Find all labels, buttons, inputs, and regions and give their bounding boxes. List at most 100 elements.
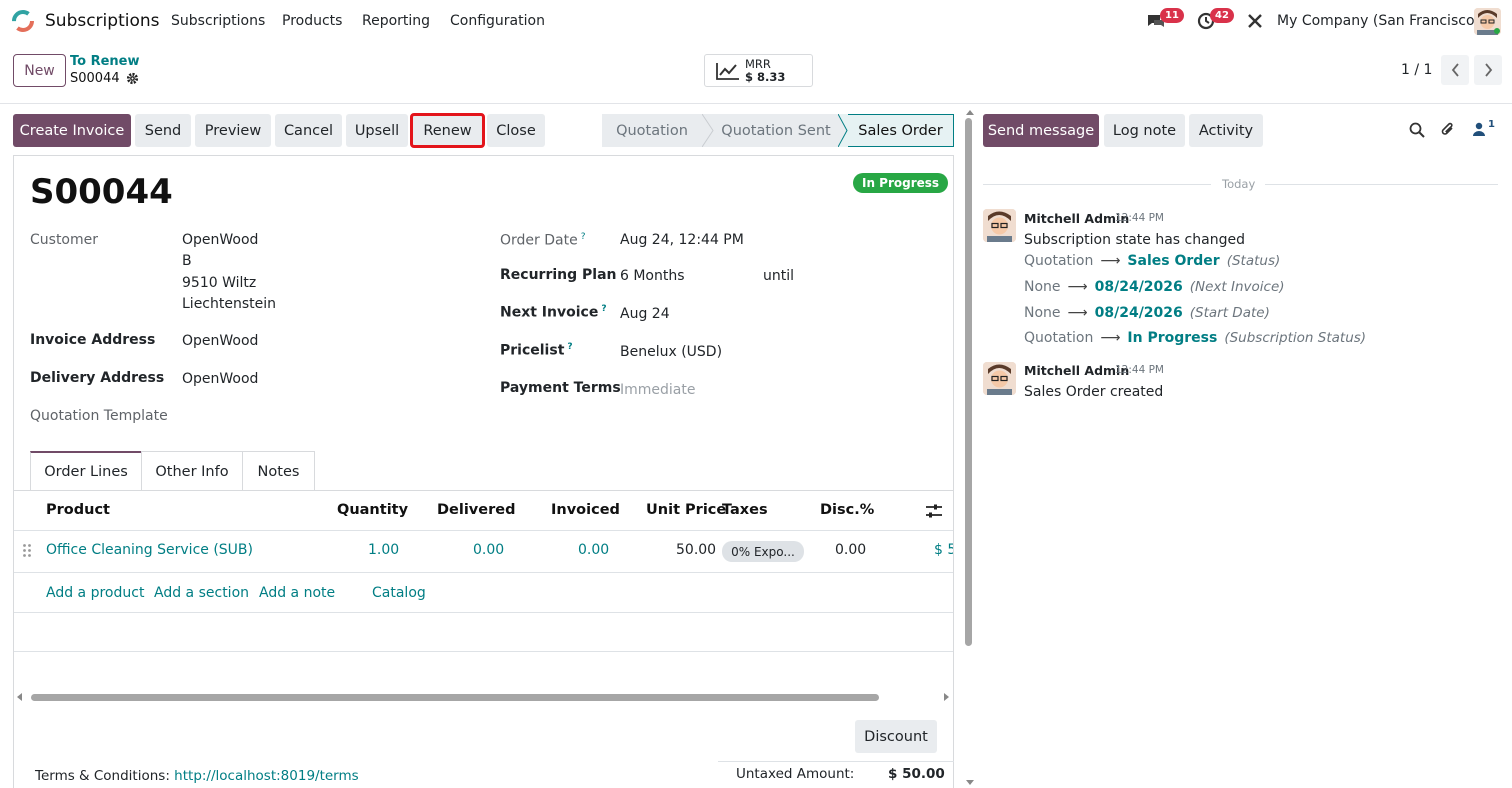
activity-button[interactable]: Activity [1189,114,1263,147]
totals-divider [718,761,954,762]
next-invoice-field[interactable]: Aug 24 [620,306,670,322]
help-tooltip-icon[interactable]: ? [567,342,572,352]
message-author-avatar[interactable] [983,362,1016,395]
order-date-label: Order Date? [500,232,585,249]
upsell-button[interactable]: Upsell [346,114,408,147]
scroll-left-icon[interactable] [17,693,23,701]
add-note-link[interactable]: Add a note [259,585,335,601]
message-author[interactable]: Mitchell Admin [1024,363,1129,378]
renew-button[interactable]: Renew [410,113,485,148]
tab-notes[interactable]: Notes [242,451,315,491]
send-message-button[interactable]: Send message [983,114,1099,147]
column-header-product[interactable]: Product [46,502,110,518]
cancel-button[interactable]: Cancel [275,114,342,147]
stage-quotation-sent[interactable]: Quotation Sent [714,114,838,147]
pager-previous-button[interactable] [1441,55,1469,85]
arrow-right-icon: ⟶ [1100,330,1121,346]
column-header-quantity[interactable]: Quantity [337,502,408,518]
status-bar: Quotation Quotation Sent Sales Order [602,114,954,147]
stage-separator-icon [702,114,714,147]
line-invoiced[interactable]: 0.00 [578,542,609,558]
customer-label: Customer [30,232,99,248]
line-chart-icon [716,62,739,80]
horizontal-scrollbar-thumb[interactable] [31,694,879,701]
chevron-left-icon [1451,63,1459,77]
delivery-address-field[interactable]: OpenWood [182,371,258,387]
next-invoice-label-text: Next Invoice [500,304,599,321]
company-switcher[interactable]: My Company (San Francisco) [1277,13,1480,29]
tracking-field: (Start Date) [1189,305,1270,321]
tabs-divider [14,490,953,491]
pricelist-label: Pricelist? [500,342,573,359]
send-button[interactable]: Send [135,114,191,147]
app-name[interactable]: Subscriptions [45,11,159,31]
menu-reporting[interactable]: Reporting [362,13,430,29]
message-author-avatar[interactable] [983,209,1016,242]
row-divider [14,651,953,652]
untaxed-amount-label: Untaxed Amount: [736,766,855,782]
breadcrumb-parent[interactable]: To Renew [70,54,140,69]
customer-address-line: 9510 Wiltz [182,275,257,291]
invoice-address-field[interactable]: OpenWood [182,333,258,349]
user-avatar[interactable] [1474,8,1501,35]
help-tooltip-icon[interactable]: ? [581,232,586,242]
stage-sales-order[interactable]: Sales Order [848,114,954,147]
stage-quotation[interactable]: Quotation [602,114,702,147]
line-unit-price[interactable]: 50.00 [676,542,716,558]
menu-products[interactable]: Products [282,13,342,29]
column-header-taxes[interactable]: Taxes [722,502,768,518]
search-icon[interactable] [1409,122,1425,138]
scroll-down-icon[interactable] [966,780,974,786]
create-invoice-button[interactable]: Create Invoice [13,114,131,147]
chevron-right-icon [1484,63,1492,77]
preview-button[interactable]: Preview [195,114,271,147]
pager-next-button[interactable] [1474,55,1502,85]
catalog-link[interactable]: Catalog [372,585,426,601]
message-author[interactable]: Mitchell Admin [1024,211,1129,226]
recurring-plan-field[interactable]: 6 Months [620,268,685,284]
pricelist-field[interactable]: Benelux (USD) [620,344,722,360]
discount-button[interactable]: Discount [855,720,937,753]
tools-icon[interactable] [1246,12,1264,30]
line-tax-tag[interactable]: 0% Expo... [722,541,804,562]
gear-icon[interactable] [126,72,139,85]
mrr-smart-button[interactable]: MRR $ 8.33 [704,54,813,87]
app-logo-icon[interactable] [10,8,36,34]
menu-subscriptions[interactable]: Subscriptions [171,13,265,29]
log-note-button[interactable]: Log note [1104,114,1185,147]
paperclip-icon[interactable] [1440,121,1456,138]
column-header-delivered[interactable]: Delivered [437,502,515,518]
close-button[interactable]: Close [487,114,545,147]
line-quantity[interactable]: 1.00 [368,542,399,558]
scroll-right-icon[interactable] [944,693,950,701]
scroll-up-icon[interactable] [966,110,974,116]
column-header-discount[interactable]: Disc.% [820,502,874,518]
tab-other-info[interactable]: Other Info [141,451,243,491]
line-discount[interactable]: 0.00 [835,542,866,558]
column-settings-icon[interactable] [925,503,943,519]
tab-order-lines[interactable]: Order Lines [30,451,142,491]
column-header-invoiced[interactable]: Invoiced [551,502,620,518]
add-section-link[interactable]: Add a section [154,585,249,601]
followers-icon[interactable] [1473,122,1485,136]
new-button[interactable]: New [13,54,66,87]
drag-handle-icon[interactable] [22,543,32,558]
top-navbar: Subscriptions Subscriptions Products Rep… [0,0,1512,43]
order-date-field[interactable]: Aug 24, 12:44 PM [620,232,744,248]
customer-link[interactable]: OpenWood [182,232,258,248]
line-delivered[interactable]: 0.00 [473,542,504,558]
tracking-new-value: In Progress [1127,330,1218,346]
activities-badge: 42 [1210,8,1234,23]
terms-link[interactable]: http://localhost:8019/terms [174,768,359,784]
column-header-unit-price[interactable]: Unit Price [646,502,726,518]
pager-value[interactable]: 1 / 1 [1401,62,1432,78]
line-product[interactable]: Office Cleaning Service (SUB) [46,542,253,558]
help-tooltip-icon[interactable]: ? [601,304,606,314]
breadcrumb-current: S00044 [70,71,139,86]
add-product-link[interactable]: Add a product [46,585,144,601]
row-divider [14,612,953,613]
vertical-scrollbar-thumb[interactable] [965,118,972,646]
menu-configuration[interactable]: Configuration [450,13,545,29]
payment-terms-field[interactable]: Immediate [620,382,695,398]
tracking-old-value: None [1024,305,1061,321]
